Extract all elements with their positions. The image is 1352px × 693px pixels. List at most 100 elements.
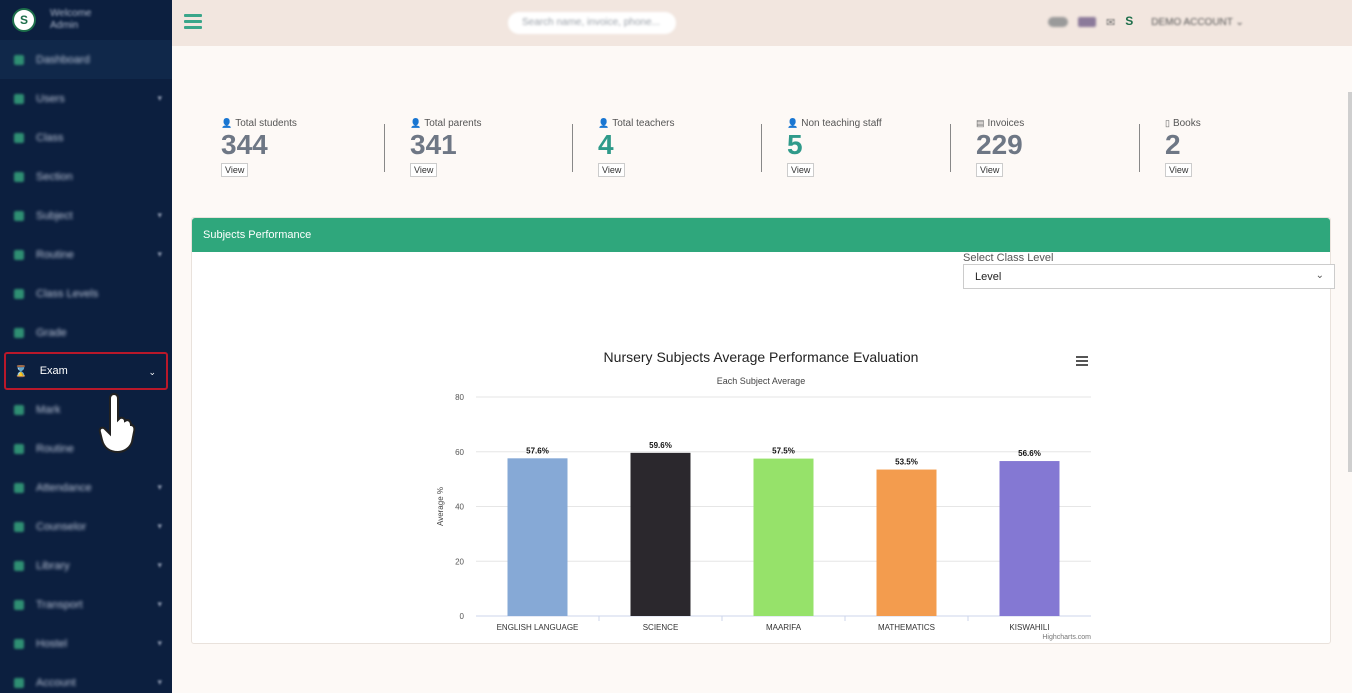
- menu-toggle-icon[interactable]: [184, 14, 202, 30]
- sidebar-item-mark[interactable]: Mark: [0, 390, 172, 429]
- hourglass-icon: ⌛: [14, 365, 28, 378]
- stat-label: 👤 Total students: [221, 118, 297, 129]
- status-pill[interactable]: [1048, 17, 1068, 27]
- menu-item-icon: [14, 249, 24, 260]
- x-tick-label: MAARIFA: [766, 623, 802, 632]
- sidebar: S Welcome Admin Dashboard Users ▾ Class Sect…: [0, 0, 172, 693]
- sidebar-item-subject[interactable]: Subject ▾: [0, 196, 172, 235]
- stat-label-text: Total teachers: [612, 118, 675, 129]
- chart-menu-icon[interactable]: [1076, 356, 1088, 366]
- sidebar-item-account[interactable]: Account ▾: [0, 663, 172, 693]
- class-level-value: Level: [975, 271, 1002, 283]
- menu-item-icon: [14, 54, 24, 65]
- chevron-down-icon: ▾: [157, 521, 162, 531]
- menu-item-icon: [14, 599, 24, 610]
- sidebar-item-class[interactable]: Class: [0, 118, 172, 157]
- view-button[interactable]: View: [598, 163, 626, 177]
- view-button[interactable]: View: [410, 163, 438, 177]
- y-tick-label: 0: [460, 612, 465, 621]
- chevron-down-icon: ▾: [157, 677, 162, 687]
- chart-title: Nursery Subjects Average Performance Eva…: [604, 349, 919, 365]
- sidebar-item-label: Routine: [36, 248, 74, 261]
- y-tick-label: 20: [455, 557, 464, 566]
- language-flag-icon[interactable]: [1078, 17, 1096, 27]
- stat-label: 👤 Non teaching staff: [787, 118, 882, 129]
- sidebar-header: S Welcome Admin: [0, 0, 172, 40]
- user-icon: 👤: [787, 118, 799, 128]
- sidebar-item-routine[interactable]: Routine ▾: [0, 235, 172, 274]
- data-label: 56.6%: [1018, 449, 1041, 458]
- view-button[interactable]: View: [1165, 163, 1193, 177]
- pointer-hand-icon: [98, 392, 136, 454]
- x-tick-label: ENGLISH LANGUAGE: [497, 623, 579, 632]
- sidebar-item-section[interactable]: Section: [0, 157, 172, 196]
- bar-kiswahili: [999, 461, 1060, 616]
- bar-maarifa: [753, 458, 814, 616]
- stat-books: ▯ Books 2 View: [1165, 118, 1201, 188]
- view-button[interactable]: View: [976, 163, 1004, 177]
- account-menu[interactable]: DEMO ACCOUNT ⌄: [1151, 17, 1244, 28]
- sidebar-item-class-levels[interactable]: Class Levels: [0, 274, 172, 313]
- chevron-down-icon: ▾: [157, 560, 162, 570]
- stat-label: 👤 Total teachers: [598, 118, 674, 129]
- sidebar-item-label: Exam: [39, 365, 68, 377]
- sidebar-item-users[interactable]: Users ▾: [0, 79, 172, 118]
- menu-item-icon: [14, 443, 24, 454]
- performance-chart: Nursery Subjects Average Performance Eva…: [416, 336, 1106, 646]
- sidebar-item-dashboard[interactable]: Dashboard: [0, 40, 172, 79]
- chevron-down-icon: ⌄: [1315, 270, 1324, 281]
- mail-icon[interactable]: ✉: [1106, 16, 1115, 29]
- sidebar-menu: Dashboard Users ▾ Class Section Subject ▾ Routi…: [0, 40, 172, 693]
- sidebar-item-transport[interactable]: Transport ▾: [0, 585, 172, 624]
- sidebar-item-label: Section: [36, 170, 73, 183]
- data-label: 57.6%: [526, 446, 549, 455]
- stat-label: 👤 Total parents: [410, 118, 481, 129]
- sidebar-item-label: Library: [36, 559, 70, 572]
- sidebar-item-grade[interactable]: Grade: [0, 313, 172, 352]
- y-tick-label: 60: [455, 448, 464, 457]
- sidebar-item-exam[interactable]: ⌛ Exam ⌄: [4, 352, 168, 390]
- sidebar-item-hostel[interactable]: Hostel ▾: [0, 624, 172, 663]
- welcome-text: Welcome Admin: [50, 8, 92, 32]
- chevron-down-icon: ▾: [157, 638, 162, 648]
- stat-total-students: 👤 Total students 344 View: [221, 118, 297, 188]
- bar-mathematics: [876, 469, 937, 616]
- menu-item-icon: [14, 327, 24, 338]
- menu-item-icon: [14, 521, 24, 532]
- class-level-label: Select Class Level: [963, 252, 1054, 264]
- sidebar-item-label: Routine: [36, 442, 74, 455]
- chart-subtitle: Each Subject Average: [717, 376, 805, 386]
- sidebar-item-label: Class Levels: [36, 287, 99, 300]
- stat-value: 5: [787, 129, 803, 160]
- sidebar-item-label: Subject: [36, 209, 73, 222]
- stat-label-text: Total parents: [424, 118, 482, 129]
- main-content: 👤 Total students 344 View 👤 Total parents 341 V…: [172, 46, 1352, 693]
- view-button[interactable]: View: [787, 163, 815, 177]
- menu-item-icon: [14, 171, 24, 182]
- chevron-down-icon: ▾: [157, 93, 162, 103]
- view-button[interactable]: View: [221, 163, 249, 177]
- sidebar-item-label: Account: [36, 676, 76, 689]
- user-icon: 👤: [410, 118, 422, 128]
- menu-item-icon: [14, 677, 24, 688]
- sidebar-item-counselor[interactable]: Counselor ▾: [0, 507, 172, 546]
- stat-value: 341: [410, 129, 457, 160]
- chart-credit: Highcharts.com: [1042, 634, 1091, 641]
- stat-total-parents: 👤 Total parents 341 View: [410, 118, 481, 188]
- chevron-down-icon: ▾: [157, 210, 162, 220]
- chevron-down-icon: ▾: [157, 599, 162, 609]
- sidebar-item-label: Transport: [36, 598, 83, 611]
- sidebar-item-library[interactable]: Library ▾: [0, 546, 172, 585]
- stat-total-teachers: 👤 Total teachers 4 View: [598, 118, 674, 188]
- bar-science: [630, 452, 691, 616]
- top-bar: Search name, invoice, phone... ✉ S DEMO …: [172, 0, 1352, 46]
- sidebar-item-routine[interactable]: Routine: [0, 429, 172, 468]
- school-logo-icon: S: [12, 8, 36, 32]
- stat-value: 229: [976, 129, 1023, 160]
- class-level-select[interactable]: Level ⌄: [963, 264, 1335, 289]
- x-tick-label: SCIENCE: [643, 623, 679, 632]
- menu-item-icon: [14, 210, 24, 221]
- search-input[interactable]: Search name, invoice, phone...: [508, 12, 676, 34]
- sidebar-item-attendance[interactable]: Attendance ▾: [0, 468, 172, 507]
- scrollbar[interactable]: [1348, 92, 1352, 472]
